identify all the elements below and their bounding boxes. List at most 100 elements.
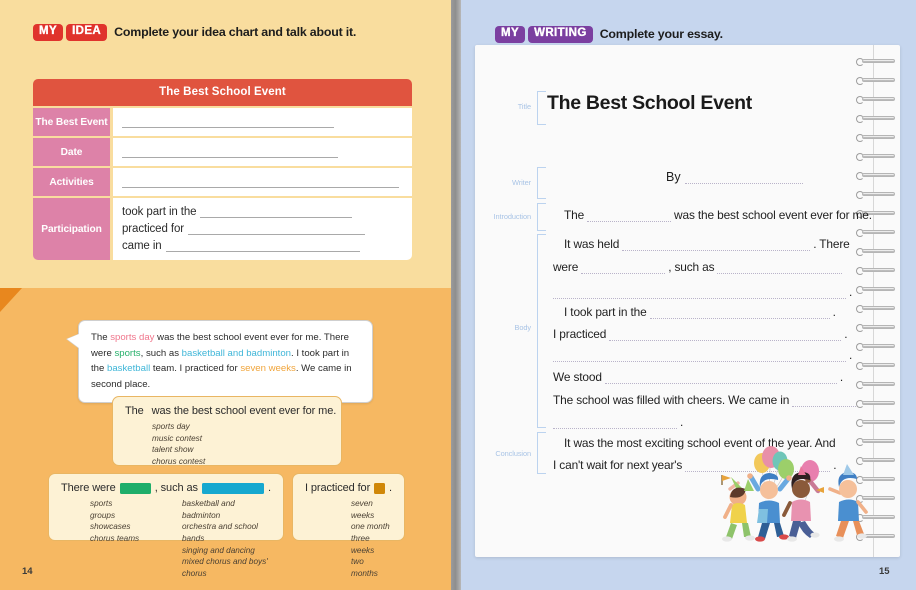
- body-text-1b: . There: [813, 237, 850, 251]
- write-line[interactable]: [581, 262, 666, 274]
- participation-prompt-2: practiced for: [122, 222, 184, 235]
- children-celebrating-illustration: [721, 446, 868, 542]
- list-item[interactable]: two months: [351, 556, 392, 579]
- essay-line-body-6[interactable]: .: [553, 348, 852, 362]
- list-item[interactable]: sports: [90, 498, 182, 510]
- row-input-participation[interactable]: took part in the practiced for came in: [113, 198, 412, 260]
- essay-label-conclusion: Conclusion: [495, 449, 531, 458]
- write-line[interactable]: [553, 287, 846, 299]
- essay-sheet: Title The Best School Event Writer By In…: [475, 45, 872, 557]
- body-text-7a: We stood: [553, 370, 602, 384]
- write-line[interactable]: [165, 241, 360, 252]
- write-line[interactable]: [200, 207, 353, 219]
- essay-notebook: Title The Best School Event Writer By In…: [475, 45, 900, 557]
- my-writing-instruction: Complete your essay.: [599, 27, 723, 42]
- essay-label-writer: Writer: [512, 178, 531, 187]
- workbook-spread: MY IDEA Complete your idea chart and tal…: [0, 0, 916, 590]
- participation-prompt-1: took part in the: [122, 206, 197, 219]
- sentence-frame-box-subject: The was the best school event ever for m…: [112, 396, 342, 466]
- left-page: MY IDEA Complete your idea chart and tal…: [0, 0, 451, 590]
- list-item[interactable]: music contest: [152, 433, 329, 445]
- list-item[interactable]: one month: [351, 521, 392, 533]
- body-text-7b: .: [839, 370, 843, 384]
- write-line[interactable]: [187, 224, 365, 235]
- write-line[interactable]: [553, 417, 677, 429]
- essay-line-body-9[interactable]: .: [553, 415, 683, 429]
- highlight-sports: sports: [114, 347, 141, 359]
- list-item[interactable]: basketball and badminton: [182, 498, 271, 521]
- write-line[interactable]: [717, 262, 843, 274]
- write-line[interactable]: [122, 117, 334, 128]
- write-line[interactable]: [792, 395, 857, 407]
- write-line[interactable]: [604, 372, 837, 384]
- essay-line-body-2[interactable]: were , such as: [553, 260, 843, 274]
- body-text-4b: .: [832, 305, 836, 319]
- spiral-ring-icon: [856, 266, 895, 275]
- answer-chip-green[interactable]: [119, 482, 151, 494]
- list-item[interactable]: three weeks: [351, 533, 392, 556]
- essay-label-title: Title: [517, 102, 531, 111]
- list-item[interactable]: talent show: [152, 444, 329, 456]
- essay-line-body-4[interactable]: I took part in the .: [564, 305, 836, 319]
- essay-line-body-5[interactable]: I practiced .: [553, 327, 848, 341]
- table-row: The Best Event: [33, 108, 412, 136]
- spiral-ring-icon: [856, 171, 895, 180]
- list-item[interactable]: chorus teams: [90, 533, 182, 545]
- right-page: MY WRITING Complete your essay. Title Th…: [461, 0, 916, 590]
- write-line[interactable]: [587, 210, 672, 222]
- my-writing-section-header: MY WRITING Complete your essay.: [495, 26, 723, 43]
- write-line[interactable]: [649, 307, 830, 319]
- bracket-conclusion-icon: [537, 432, 546, 474]
- essay-line-body-3[interactable]: .: [553, 285, 852, 299]
- essay-by-line[interactable]: By: [666, 170, 803, 184]
- frame-post-text: .: [389, 482, 392, 494]
- list-item[interactable]: sports day: [152, 421, 329, 433]
- row-input-date[interactable]: [113, 138, 412, 166]
- participation-line[interactable]: came in: [122, 240, 403, 252]
- badge-word-idea: IDEA: [66, 24, 108, 41]
- write-line[interactable]: [609, 329, 842, 341]
- essay-line-intro[interactable]: The was the best school event ever for m…: [564, 208, 872, 222]
- list-item[interactable]: mixed chorus and boys' chorus: [182, 556, 271, 579]
- spiral-ring-icon: [856, 57, 895, 66]
- spiral-ring-icon: [856, 361, 895, 370]
- orange-corner-tab-icon: [0, 288, 22, 312]
- body-text-8: The school was filled with cheers. We ca…: [553, 393, 790, 407]
- spiral-ring-icon: [856, 399, 895, 408]
- highlight-basketball: basketball: [107, 363, 151, 375]
- conclusion-text-2a: I can't wait for next year's: [553, 458, 683, 472]
- participation-line[interactable]: took part in the: [122, 206, 403, 219]
- row-input-activities[interactable]: [113, 168, 412, 196]
- answer-chip-amber[interactable]: [374, 482, 386, 494]
- participation-line[interactable]: practiced for: [122, 223, 403, 235]
- row-input-best-event[interactable]: [113, 108, 412, 136]
- list-item[interactable]: orchestra and school bands: [182, 521, 271, 544]
- write-line[interactable]: [684, 172, 803, 184]
- my-idea-section-header: MY IDEA Complete your idea chart and tal…: [33, 24, 356, 41]
- write-line[interactable]: [553, 350, 846, 362]
- write-line[interactable]: [122, 147, 338, 158]
- body-text-5b: .: [844, 327, 848, 341]
- body-text-2b: , such as: [668, 260, 715, 274]
- list-item[interactable]: singing and dancing: [182, 545, 271, 557]
- essay-line-body-7[interactable]: We stood .: [553, 370, 843, 384]
- write-line[interactable]: [122, 177, 399, 188]
- page-number-right: 15: [879, 566, 890, 577]
- intro-text-b: was the best school event ever for me.: [674, 208, 872, 222]
- list-item[interactable]: showcases: [90, 521, 182, 533]
- answer-chip-teal[interactable]: [201, 482, 265, 494]
- write-line[interactable]: [622, 239, 811, 251]
- list-item[interactable]: chorus contest: [152, 456, 329, 468]
- list-item[interactable]: seven weeks: [351, 498, 392, 521]
- page-number-left: 14: [22, 566, 33, 577]
- spiral-ring-icon: [856, 323, 895, 332]
- essay-label-body: Body: [514, 323, 532, 332]
- row-label-participation: Participation: [33, 198, 110, 260]
- sentence-frame-box-duration: I practiced for . seven weeks one month …: [292, 473, 405, 578]
- option-column-b: basketball and badminton orchestra and s…: [182, 498, 271, 579]
- essay-line-body-8[interactable]: The school was filled with cheers. We ca…: [553, 393, 857, 407]
- spiral-ring-icon: [856, 133, 895, 142]
- row-label-activities: Activities: [33, 168, 110, 196]
- list-item[interactable]: groups: [90, 510, 182, 522]
- essay-line-body-1[interactable]: It was held . There: [564, 237, 850, 251]
